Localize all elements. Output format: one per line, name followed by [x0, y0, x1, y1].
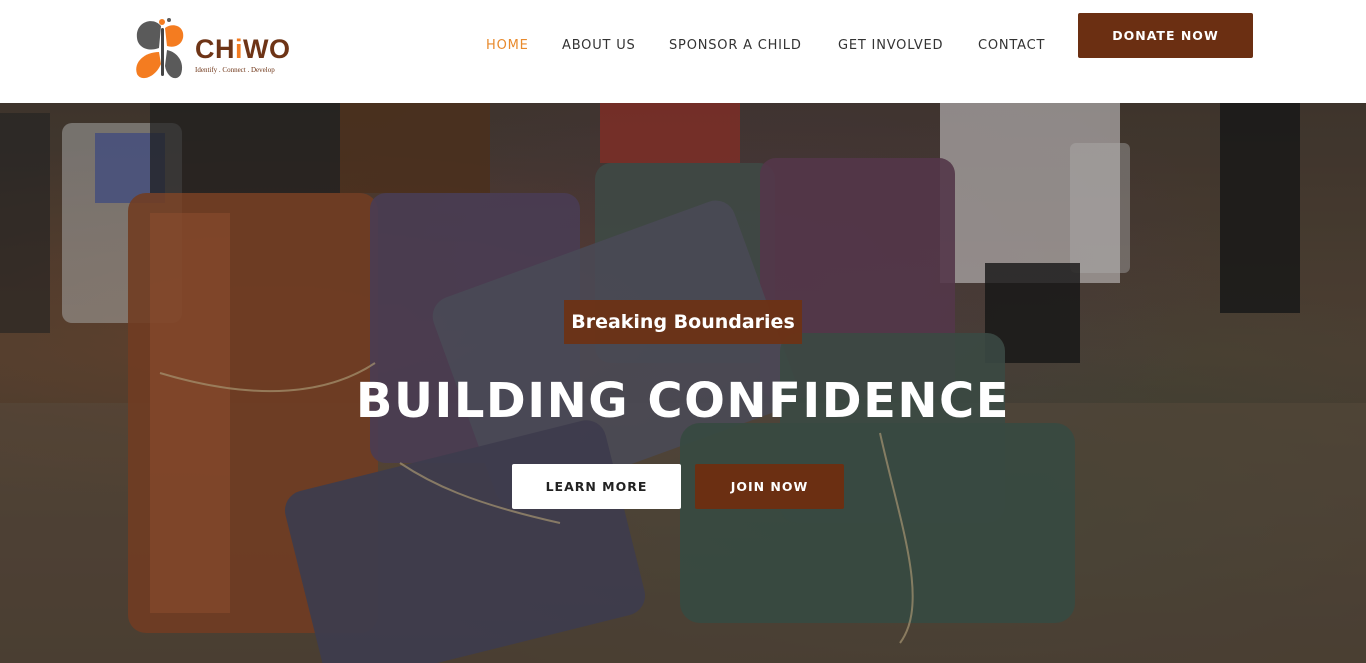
join-now-button[interactable]: JOIN NOW — [695, 464, 844, 509]
learn-more-button[interactable]: LEARN MORE — [512, 464, 681, 509]
butterfly-logo-icon — [136, 18, 184, 79]
site-header: CHiWO Identify . Connect . Develop HOME … — [0, 0, 1366, 103]
logo-wordmark: CHiWO — [195, 34, 291, 64]
logo-tagline: Identify . Connect . Develop — [195, 66, 275, 74]
nav-home[interactable]: HOME — [486, 38, 529, 53]
hero-subtitle: Breaking Boundaries — [564, 300, 802, 344]
nav-sponsor-a-child[interactable]: SPONSOR A CHILD — [669, 38, 802, 53]
nav-about-us[interactable]: ABOUT US — [562, 38, 636, 53]
hero-section: Breaking Boundaries BUILDING CONFIDENCE … — [0, 103, 1366, 663]
donate-now-button[interactable]: DONATE NOW — [1078, 13, 1253, 58]
nav-contact[interactable]: CONTACT — [978, 38, 1045, 53]
hero-title: BUILDING CONFIDENCE — [355, 373, 1011, 429]
nav-get-involved[interactable]: GET INVOLVED — [838, 38, 943, 53]
chiwo-logo[interactable]: CHiWO Identify . Connect . Develop — [131, 18, 301, 84]
